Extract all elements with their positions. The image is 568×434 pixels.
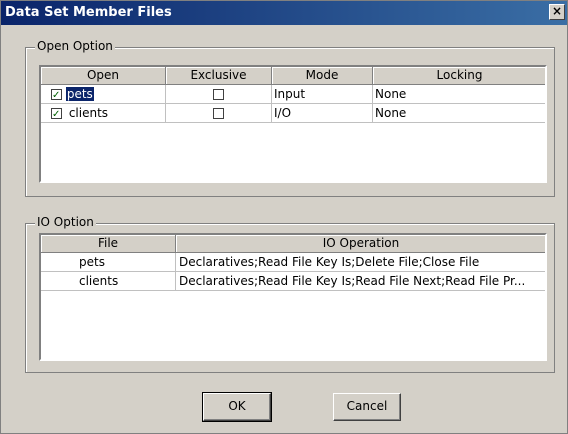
io-operation-cell[interactable]: Declaratives;Read File Key Is;Read File …: [176, 272, 545, 291]
dialog-window: Data Set Member Files × Open Option Open…: [0, 0, 568, 434]
close-button[interactable]: ×: [549, 4, 565, 20]
header-locking[interactable]: Locking: [373, 67, 545, 85]
open-checkbox-clients[interactable]: [51, 106, 62, 122]
exclusive-checkbox-clients[interactable]: [213, 108, 224, 119]
open-option-label: Open Option: [35, 39, 115, 53]
table-row[interactable]: pets: [41, 85, 166, 104]
ok-button[interactable]: OK: [202, 392, 272, 422]
header-open[interactable]: Open: [41, 67, 166, 85]
locking-cell[interactable]: None: [373, 104, 545, 123]
mode-cell[interactable]: I/O: [272, 104, 373, 123]
mode-cell[interactable]: Input: [272, 85, 373, 104]
open-checkbox-pets[interactable]: [51, 87, 62, 103]
file-name-pets[interactable]: pets: [65, 87, 94, 101]
close-icon: ×: [551, 4, 563, 18]
header-exclusive[interactable]: Exclusive: [166, 67, 272, 85]
table-row[interactable]: clients: [41, 104, 166, 123]
header-mode[interactable]: Mode: [272, 67, 373, 85]
table-row[interactable]: pets: [41, 253, 176, 272]
title-bar[interactable]: Data Set Member Files ×: [1, 1, 567, 25]
file-name-clients[interactable]: clients: [66, 106, 108, 120]
open-option-table[interactable]: Open Exclusive Mode Locking pets Input N…: [39, 65, 547, 183]
table-row[interactable]: clients: [41, 272, 176, 291]
exclusive-cell: [166, 85, 272, 104]
io-option-label: IO Option: [35, 215, 96, 229]
window-title: Data Set Member Files: [5, 5, 172, 20]
cancel-button[interactable]: Cancel: [333, 393, 401, 421]
io-operation-cell[interactable]: Declaratives;Read File Key Is;Delete Fil…: [176, 253, 545, 272]
io-option-table[interactable]: File IO Operation pets Declaratives;Read…: [39, 233, 547, 361]
header-file[interactable]: File: [41, 235, 176, 253]
header-io-operation[interactable]: IO Operation: [176, 235, 545, 253]
exclusive-checkbox-pets[interactable]: [213, 89, 224, 100]
locking-cell[interactable]: None: [373, 85, 545, 104]
exclusive-cell: [166, 104, 272, 123]
